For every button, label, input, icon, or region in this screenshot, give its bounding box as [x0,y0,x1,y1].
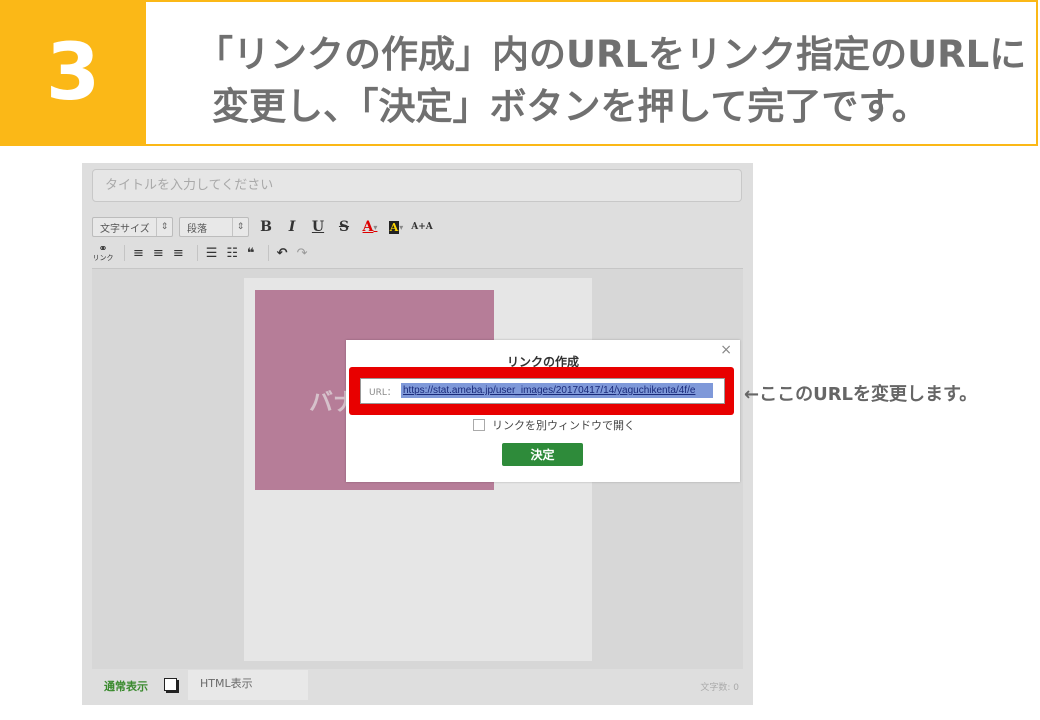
create-link-dialog: リンクの作成 × URL： https://stat.ameba.jp/user… [346,340,740,482]
link-button[interactable]: ⚭ リンク [92,242,114,264]
decide-button[interactable]: 決定 [502,443,583,466]
updown-arrow-icon: ⇕ [232,218,248,236]
link-icon: ⚭ [98,242,108,255]
url-label: URL： [369,388,396,398]
undo-icon[interactable]: ↶ [277,246,288,261]
url-change-annotation: ←ここのURLを変更します。 [744,384,978,405]
step-instruction-line-2: 変更し、「決定」ボタンを押して完了です。 [212,85,929,128]
background-color-icon: A [388,220,400,234]
step-number-badge: 3 [0,0,146,146]
toolbar-row-edit: ⚭ リンク ≡ ≡ ≡ ☰ ☷ ❝ ↶ ↷ [92,242,316,264]
align-right-icon[interactable]: ≡ [173,246,184,261]
dropdown-caret-icon: ▾ [373,222,378,232]
step-number: 3 [45,28,101,118]
numbered-list-icon[interactable]: ☷ [226,246,238,261]
html-view-tab[interactable]: HTML表示 [188,670,308,700]
toolbar-divider [196,245,198,261]
italic-button[interactable]: I [281,217,303,237]
toolbar-divider [124,245,125,261]
url-value[interactable]: https://stat.ameba.jp/user_images/201704… [401,383,713,398]
bullet-list-icon[interactable]: ☰ [206,246,218,261]
step-instruction-line-1: 「リンクの作成」内のURLをリンク指定のURLに [196,33,1027,76]
align-center-icon[interactable]: ≡ [153,246,164,261]
font-size-adjust-button[interactable]: A+A [411,217,433,237]
new-window-label: リンクを別ウィンドウで開く [492,419,635,432]
editor-mode-bar: 通常表示 HTML表示 文字数: 0 [92,670,743,700]
redo-icon[interactable]: ↷ [297,246,308,261]
step-instruction-box: 「リンクの作成」内のURLをリンク指定のURLに 変更し、「決定」ボタンを押して… [146,0,1038,146]
new-window-option[interactable]: リンクを別ウィンドウで開く [473,417,635,433]
close-icon[interactable]: × [720,342,732,358]
url-input[interactable]: URL： https://stat.ameba.jp/user_images/2… [360,378,725,404]
strikethrough-button[interactable]: S [333,217,355,237]
underline-button[interactable]: U [307,217,329,237]
char-count: 文字数: 0 [700,683,739,693]
background-color-button[interactable]: A ▾ [385,217,407,237]
title-input[interactable]: タイトルを入力してください [92,169,742,202]
link-button-label: リンク [92,254,114,262]
new-window-checkbox[interactable] [473,419,485,431]
toolbar-divider [267,245,269,261]
quote-icon[interactable]: ❝ [247,246,255,261]
step-header: 3 「リンクの作成」内のURLをリンク指定のURLに 変更し、「決定」ボタンを押… [0,0,1040,146]
paragraph-select-label: 段落 [187,223,207,235]
dropdown-caret-icon: ▾ [399,222,404,232]
normal-view-tab[interactable]: 通常表示 [104,678,148,694]
updown-arrow-icon: ⇕ [156,218,172,236]
align-left-icon[interactable]: ≡ [133,246,144,261]
paragraph-select[interactable]: 段落 ⇕ [179,217,249,237]
font-size-select[interactable]: 文字サイズ ⇕ [92,217,173,237]
font-color-icon: A [362,219,374,235]
copy-window-icon[interactable] [164,678,177,691]
font-size-select-label: 文字サイズ [100,223,150,235]
font-color-button[interactable]: A ▾ [359,217,381,237]
toolbar-row-format: 文字サイズ ⇕ 段落 ⇕ B I U S A ▾ A ▾ A+A [92,216,437,238]
bold-button[interactable]: B [255,217,277,237]
